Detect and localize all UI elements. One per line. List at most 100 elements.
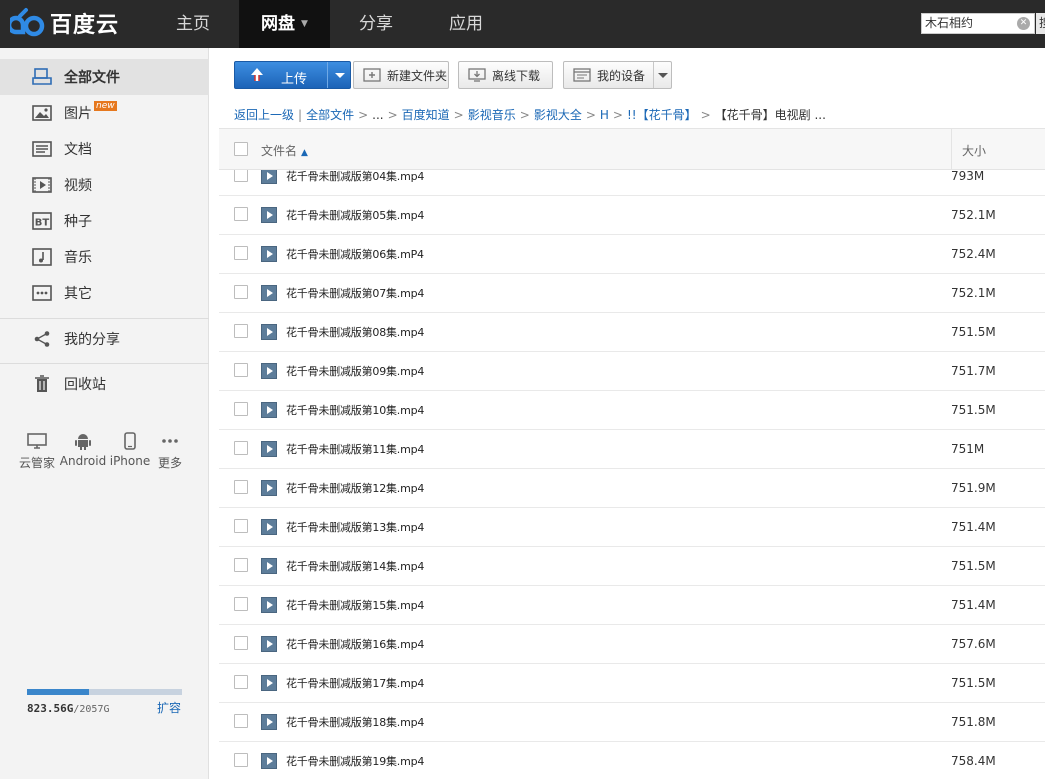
clear-search-icon[interactable]: ✕ bbox=[1017, 17, 1030, 30]
breadcrumb-item[interactable]: 百度知道 bbox=[402, 108, 450, 122]
column-header-size[interactable]: 大小 bbox=[962, 142, 986, 159]
new-folder-button[interactable]: 新建文件夹 bbox=[353, 61, 449, 89]
row-checkbox[interactable] bbox=[234, 753, 248, 767]
row-checkbox[interactable] bbox=[234, 170, 248, 182]
file-name[interactable]: 花千骨未删减版第04集.mp4 bbox=[286, 170, 424, 184]
my-devices-chevron-down-icon[interactable] bbox=[653, 62, 671, 88]
upload-button[interactable]: 上传 bbox=[234, 61, 351, 89]
nav-netdisk-label: 网盘 bbox=[261, 14, 296, 34]
sidebar-item-my-shares[interactable]: 我的分享 bbox=[0, 321, 209, 357]
file-name[interactable]: 花千骨未删减版第17集.mp4 bbox=[286, 675, 424, 691]
table-row[interactable]: 花千骨未删减版第13集.mp4 751.4M bbox=[219, 508, 1045, 547]
file-name[interactable]: 花千骨未删减版第08集.mp4 bbox=[286, 324, 424, 340]
table-row[interactable]: 花千骨未删减版第06集.mP4 752.4M bbox=[219, 235, 1045, 274]
breadcrumb-separator: > bbox=[358, 108, 369, 122]
row-checkbox[interactable] bbox=[234, 675, 248, 689]
table-row[interactable]: 花千骨未删减版第09集.mp4 751.7M bbox=[219, 352, 1045, 391]
table-row[interactable]: 花千骨未删减版第10集.mp4 751.5M bbox=[219, 391, 1045, 430]
table-row[interactable]: 花千骨未删减版第12集.mp4 751.9M bbox=[219, 469, 1045, 508]
file-name[interactable]: 花千骨未删减版第16集.mp4 bbox=[286, 636, 424, 652]
table-row[interactable]: 花千骨未删减版第16集.mp4 757.6M bbox=[219, 625, 1045, 664]
quota-progress-bar bbox=[27, 689, 182, 695]
file-name[interactable]: 花千骨未删减版第11集.mp4 bbox=[286, 441, 424, 457]
row-checkbox[interactable] bbox=[234, 324, 248, 338]
nav-home[interactable]: 主页 bbox=[148, 0, 238, 48]
row-checkbox[interactable] bbox=[234, 402, 248, 416]
sidebar-item-videos[interactable]: 视频 bbox=[0, 167, 209, 203]
breadcrumb-back[interactable]: 返回上一级 bbox=[234, 108, 294, 122]
quota-progress-fill bbox=[27, 689, 89, 695]
table-row[interactable]: 花千骨未删减版第08集.mp4 751.5M bbox=[219, 313, 1045, 352]
table-row[interactable]: 花千骨未删减版第19集.mp4 758.4M bbox=[219, 742, 1045, 779]
breadcrumb-item[interactable]: ... bbox=[372, 108, 383, 122]
table-row[interactable]: 花千骨未删减版第04集.mp4 793M bbox=[219, 170, 1045, 196]
upload-dropdown-chevron-icon[interactable] bbox=[335, 73, 345, 78]
table-row[interactable]: 花千骨未删减版第07集.mp4 752.1M bbox=[219, 274, 1045, 313]
device-cloud-manager[interactable]: 云管家 bbox=[11, 430, 63, 471]
sidebar-item-images[interactable]: 图片 new bbox=[0, 95, 209, 131]
sidebar-item-other[interactable]: 其它 bbox=[0, 275, 209, 311]
row-checkbox[interactable] bbox=[234, 480, 248, 494]
file-name[interactable]: 花千骨未删减版第18集.mp4 bbox=[286, 714, 424, 730]
video-icon bbox=[32, 176, 52, 194]
row-checkbox[interactable] bbox=[234, 363, 248, 377]
sidebar-item-label: 我的分享 bbox=[64, 332, 120, 348]
select-all-checkbox[interactable] bbox=[234, 142, 248, 156]
breadcrumb-item[interactable]: !!【花千骨】 bbox=[627, 108, 697, 122]
table-row[interactable]: 花千骨未删减版第18集.mp4 751.8M bbox=[219, 703, 1045, 742]
device-android[interactable]: Android bbox=[57, 430, 109, 468]
row-checkbox[interactable] bbox=[234, 246, 248, 260]
row-checkbox[interactable] bbox=[234, 636, 248, 650]
nav-netdisk[interactable]: 网盘 ▼ bbox=[239, 0, 330, 48]
row-checkbox[interactable] bbox=[234, 714, 248, 728]
breadcrumb-separator: > bbox=[519, 108, 530, 122]
sidebar-item-music[interactable]: 音乐 bbox=[0, 239, 209, 275]
sidebar-item-torrents[interactable]: BT 种子 bbox=[0, 203, 209, 239]
file-name[interactable]: 花千骨未删减版第12集.mp4 bbox=[286, 480, 424, 496]
video-file-icon bbox=[261, 170, 277, 184]
row-checkbox[interactable] bbox=[234, 519, 248, 533]
table-row[interactable]: 花千骨未删减版第14集.mp4 751.5M bbox=[219, 547, 1045, 586]
search-button[interactable]: 搜 bbox=[1036, 13, 1045, 34]
file-name[interactable]: 花千骨未删减版第19集.mp4 bbox=[286, 753, 424, 769]
column-header-filename[interactable]: 文件名 ▲ bbox=[261, 142, 308, 159]
search-input[interactable]: 木石相约 ✕ bbox=[921, 13, 1035, 34]
row-checkbox[interactable] bbox=[234, 558, 248, 572]
breadcrumb-bar: | bbox=[298, 108, 303, 122]
more-icon bbox=[144, 430, 196, 452]
file-name[interactable]: 花千骨未删减版第10集.mp4 bbox=[286, 402, 424, 418]
breadcrumb-item[interactable]: 全部文件 bbox=[306, 108, 354, 122]
row-checkbox[interactable] bbox=[234, 597, 248, 611]
logo[interactable]: 百度云 bbox=[6, 6, 119, 40]
nav-apps[interactable]: 应用 bbox=[421, 0, 511, 48]
device-more[interactable]: 更多 bbox=[144, 430, 196, 471]
file-name[interactable]: 花千骨未删减版第13集.mp4 bbox=[286, 519, 424, 535]
file-name[interactable]: 花千骨未删减版第05集.mp4 bbox=[286, 207, 424, 223]
new-badge: new bbox=[94, 101, 117, 111]
breadcrumb-item[interactable]: 影视大全 bbox=[534, 108, 582, 122]
expand-storage-link[interactable]: 扩容 bbox=[157, 699, 181, 716]
file-name[interactable]: 花千骨未删减版第06集.mP4 bbox=[286, 246, 424, 262]
file-name[interactable]: 花千骨未删减版第14集.mp4 bbox=[286, 558, 424, 574]
table-row[interactable]: 花千骨未删减版第15集.mp4 751.4M bbox=[219, 586, 1045, 625]
table-row[interactable]: 花千骨未删减版第05集.mp4 752.1M bbox=[219, 196, 1045, 235]
breadcrumb-separator: > bbox=[700, 108, 711, 122]
row-checkbox[interactable] bbox=[234, 441, 248, 455]
my-devices-button[interactable]: 我的设备 bbox=[563, 61, 672, 89]
toolbar: 上传 新建文件夹 离线下载 我的设备 bbox=[210, 48, 1045, 100]
table-row[interactable]: 花千骨未删减版第11集.mp4 751M bbox=[219, 430, 1045, 469]
file-name[interactable]: 花千骨未删减版第07集.mp4 bbox=[286, 285, 424, 301]
file-name[interactable]: 花千骨未删减版第15集.mp4 bbox=[286, 597, 424, 613]
table-row[interactable]: 花千骨未删减版第17集.mp4 751.5M bbox=[219, 664, 1045, 703]
sidebar-item-all-files[interactable]: 全部文件 bbox=[0, 59, 209, 95]
breadcrumb-item[interactable]: 影视音乐 bbox=[468, 108, 516, 122]
row-checkbox[interactable] bbox=[234, 207, 248, 221]
sidebar-item-documents[interactable]: 文档 bbox=[0, 131, 209, 167]
breadcrumb-item[interactable]: H bbox=[600, 108, 609, 122]
offline-download-button[interactable]: 离线下载 bbox=[458, 61, 553, 89]
video-file-icon bbox=[261, 753, 277, 769]
sidebar-item-recycle-bin[interactable]: 回收站 bbox=[0, 366, 209, 402]
row-checkbox[interactable] bbox=[234, 285, 248, 299]
file-name[interactable]: 花千骨未删减版第09集.mp4 bbox=[286, 363, 424, 379]
nav-share[interactable]: 分享 bbox=[331, 0, 421, 48]
